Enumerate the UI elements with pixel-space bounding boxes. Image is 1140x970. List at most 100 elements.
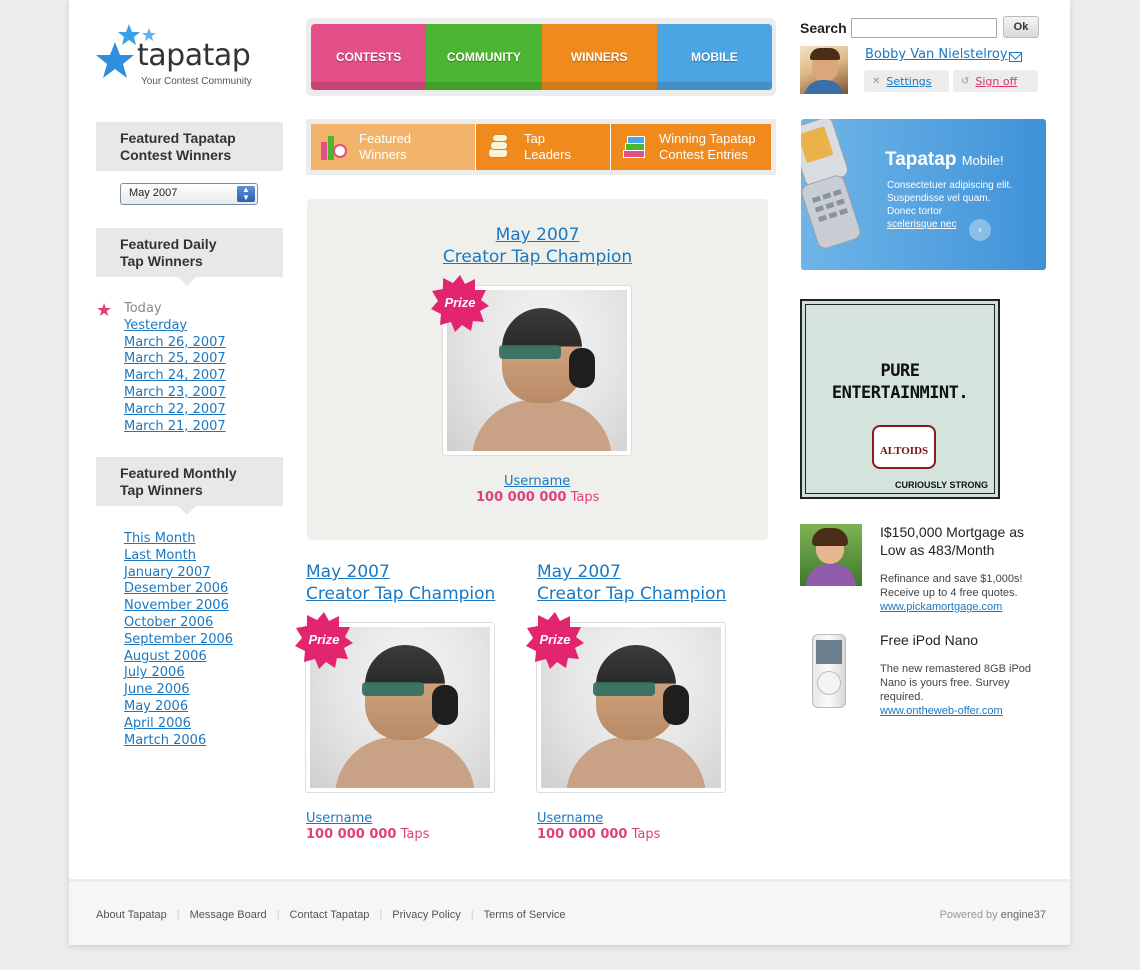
daily-link[interactable]: March 22, 2007 [124,402,226,419]
footer-link-privacy[interactable]: Privacy Policy [392,909,460,921]
winner-title-link[interactable]: Creator Tap Champion [306,584,495,604]
mortgage-promo-image[interactable] [800,524,862,586]
heading-line: Featured Tapatap [120,130,236,146]
prize-badge: Prize [526,611,584,669]
footer-link-message-board[interactable]: Message Board [190,909,267,921]
daily-today: Today [124,301,162,316]
ipod-promo-image[interactable] [800,632,862,708]
ad-product-name: ALTOIDS [879,445,929,457]
winner-title-2[interactable]: May 2007 Creator Tap Champion [306,561,495,605]
mobile-banner-link[interactable]: scelerisque nec [887,219,956,230]
promo-title[interactable]: Free iPod Nano [880,631,1050,649]
monthly-link[interactable]: January 2007 [124,565,233,582]
promo-link[interactable]: www.pickamortgage.com [880,601,1002,613]
daily-link[interactable]: Yesterday [124,318,226,335]
subtab-featured-winners[interactable]: Featured Winners [311,124,476,170]
tab-community[interactable]: COMMUNITY [426,24,542,90]
monthly-link[interactable]: May 2006 [124,699,233,716]
mobile-title-suffix: Mobile! [961,153,1004,168]
powered-by-brand: engine37 [1000,909,1046,921]
winner-taps: 100 000 000 Taps [306,827,429,842]
prize-label: Prize [308,632,340,647]
heading-line: Featured Monthly [120,465,237,481]
footer-link-about[interactable]: About Tapatap [96,909,167,921]
footer-separator: | [176,909,180,921]
month-select[interactable]: May 2007 ▲ ▼ [120,183,258,205]
monthly-link[interactable]: November 2006 [124,598,233,615]
subtab-tap-leaders[interactable]: Tap Leaders [476,124,611,170]
winner-month-link[interactable]: May 2007 [537,562,621,582]
featured-winner-title[interactable]: May 2007 Creator Tap Champion [307,224,768,268]
subtab-line: Winners [359,147,407,162]
heading-line: Featured Daily [120,236,217,252]
daily-link[interactable]: March 26, 2007 [124,335,226,352]
winner-title-link[interactable]: Creator Tap Champion [443,247,632,267]
sign-off-button[interactable]: ↺ Sign off [953,70,1038,92]
winner-month-link[interactable]: May 2007 [496,225,580,245]
mail-icon[interactable] [1009,52,1022,62]
mobile-banner[interactable]: Tapatap Mobile! Consectetuer adipiscing … [801,119,1046,270]
footer-link-terms[interactable]: Terms of Service [484,909,566,921]
logo[interactable]: tapatap Your Contest Community [93,20,273,92]
winner-title-link[interactable]: Creator Tap Champion [537,584,726,604]
monthly-link[interactable]: Desember 2006 [124,581,233,598]
powered-by[interactable]: Powered by engine37 [940,909,1046,921]
settings-label: Settings [886,74,932,88]
powered-by-prefix: Powered by [939,909,998,921]
mobile-banner-text: Consectetuer adipiscing elit. Suspendiss… [887,179,1037,231]
subtab-line: Tap [524,131,545,146]
user-name-link[interactable]: Bobby Van Nielstelroy [865,47,1008,62]
coin-stack-icon [486,134,512,160]
monthly-link[interactable]: September 2006 [124,632,233,649]
promo-title[interactable]: I$150,000 Mortgage as Low as 483/Month [880,523,1050,559]
promo-description: The new remastered 8GB iPod Nano is your… [880,663,1032,703]
taps-count: 100 000 000 [306,827,397,842]
winner-username-link[interactable]: Username [504,474,570,489]
winner-username-link[interactable]: Username [537,811,603,826]
mobile-text-line: Donec tortor [887,206,943,217]
user-avatar[interactable] [800,46,848,94]
winner-username-link[interactable]: Username [306,811,372,826]
arrow-right-icon[interactable]: › [969,219,991,241]
tab-contests[interactable]: CONTESTS [311,24,427,90]
monthly-link[interactable]: Last Month [124,548,233,565]
daily-link[interactable]: March 24, 2007 [124,368,226,385]
winner-title-3[interactable]: May 2007 Creator Tap Champion [537,561,726,605]
daily-link[interactable]: March 21, 2007 [124,419,226,436]
mobile-banner-title: Tapatap Mobile! [885,149,1004,171]
daily-link[interactable]: March 23, 2007 [124,385,226,402]
books-icon [621,134,647,160]
monthly-link[interactable]: This Month [124,531,233,548]
monthly-link[interactable]: October 2006 [124,615,233,632]
search-ok-button[interactable]: Ok [1003,16,1039,38]
monthly-link[interactable]: June 2006 [124,682,233,699]
promo-link[interactable]: www.ontheweb-offer.com [880,705,1003,717]
tab-mobile[interactable]: MOBILE [656,24,773,90]
sign-off-label: Sign off [975,74,1018,88]
subtab-winning-entries[interactable]: Winning Tapatap Contest Entries [611,124,771,170]
taps-unit: Taps [400,827,430,842]
monthly-link[interactable]: August 2006 [124,649,233,666]
altoids-tin-image: ALTOIDS [872,425,936,469]
daily-link[interactable]: March 25, 2007 [124,351,226,368]
taps-unit: Taps [631,827,661,842]
prize-badge: Prize [295,611,353,669]
heading-line: Contest Winners [120,147,232,163]
footer-link-contact[interactable]: Contact Tapatap [290,909,370,921]
subtab-line: Winning Tapatap [659,131,756,146]
monthly-link[interactable]: April 2006 [124,716,233,733]
tab-winners[interactable]: WINNERS [541,24,658,90]
mobile-title-brand: Tapatap [885,149,957,170]
winner-month-link[interactable]: May 2007 [306,562,390,582]
footer-separator: | [470,909,474,921]
search-input[interactable] [851,18,997,38]
monthly-link[interactable]: Martch 2006 [124,733,233,750]
prize-label: Prize [539,632,571,647]
monthly-link[interactable]: July 2006 [124,665,233,682]
settings-x-icon: ✕ [872,75,881,87]
logo-wordmark: tapatap [137,38,251,73]
mobile-phone-icon [801,119,861,249]
ad-footer: CURIOUSLY STRONG [894,480,988,490]
altoids-ad[interactable]: PURE ENTERTAINMINT. ALTOIDS CURIOUSLY ST… [800,299,1000,499]
settings-button[interactable]: ✕ Settings [864,70,949,92]
